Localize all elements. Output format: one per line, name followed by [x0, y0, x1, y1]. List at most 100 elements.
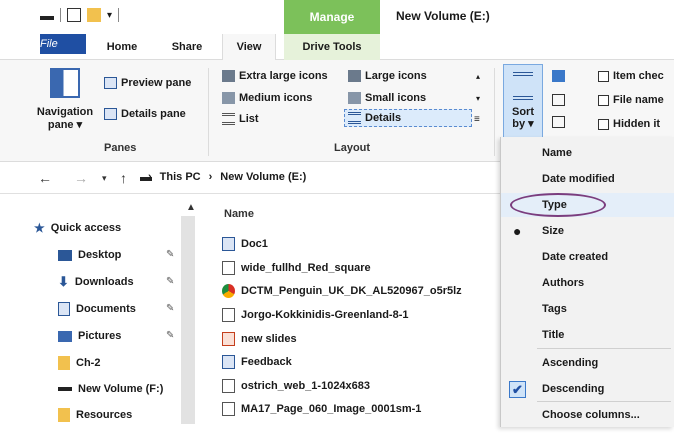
folder-icon[interactable]	[87, 8, 101, 22]
list-item[interactable]: ostrich_web_1-1024x683	[222, 376, 370, 396]
menu-item-title[interactable]: Title	[501, 323, 674, 347]
layout-scroll-down-icon[interactable]: ▾	[476, 94, 480, 103]
toolbar-divider	[60, 8, 61, 22]
preview-pane-icon	[104, 77, 117, 89]
tab-share[interactable]: Share	[164, 34, 210, 60]
file-name: Feedback	[241, 356, 292, 368]
nav-item-resources[interactable]: Resources	[58, 405, 132, 425]
menu-item-size[interactable]: ● Size	[501, 219, 674, 243]
list-item[interactable]: Feedback	[222, 352, 292, 372]
image-file-icon	[222, 308, 235, 322]
file-name-extensions-option[interactable]: File name	[598, 94, 664, 106]
up-arrow-icon[interactable]: ↑	[120, 170, 127, 186]
nav-item-ch-2[interactable]: Ch-2	[58, 353, 100, 373]
list-item[interactable]: new slides	[222, 329, 297, 349]
checkmark-icon: ✔	[509, 381, 526, 398]
nav-item-downloads[interactable]: ⬇ Downloads	[58, 272, 134, 292]
forward-arrow-icon[interactable]: →	[74, 170, 88, 186]
tab-drive-tools[interactable]: Drive Tools	[284, 34, 380, 60]
nav-item-new-volume-f[interactable]: New Volume (F:)	[58, 379, 163, 399]
list-item[interactable]: wide_fullhd_Red_square	[222, 258, 371, 278]
hidden-items-checkbox[interactable]	[598, 118, 609, 130]
preview-pane-label: Preview pane	[121, 77, 192, 89]
image-file-icon	[222, 379, 235, 393]
menu-item-descending[interactable]: ✔ Descending	[501, 377, 674, 401]
column-header-name[interactable]: Name	[224, 208, 254, 220]
properties-icon[interactable]	[67, 8, 81, 22]
nav-item-desktop[interactable]: Desktop	[58, 245, 121, 265]
ribbon-tabs: File Home Share View Drive Tools	[0, 34, 674, 61]
list-item[interactable]: Jorgo-Kokkinidis-Greenland-8-1	[222, 305, 408, 325]
download-arrow-icon: ⬇	[58, 274, 69, 289]
layout-scroll-up-icon[interactable]: ▴	[476, 72, 480, 81]
menu-item-choose-columns[interactable]: Choose columns...	[501, 403, 674, 427]
details-pane-button[interactable]: Details pane	[104, 108, 186, 120]
title-bar: ▾ Manage New Volume (E:)	[0, 0, 674, 34]
group-by-icon[interactable]	[552, 70, 565, 82]
recent-locations-icon[interactable]: ▾	[102, 173, 107, 184]
nav-item-quick-access[interactable]: ★ Quick access	[34, 218, 121, 238]
word-doc-icon	[222, 355, 235, 369]
breadcrumb-this-pc[interactable]: This PC	[160, 171, 201, 183]
pin-icon[interactable]: ✎	[166, 330, 174, 341]
layout-group-label: Layout	[334, 142, 371, 154]
details-pane-label: Details pane	[121, 108, 186, 120]
file-name: Doc1	[241, 238, 268, 250]
menu-item-name[interactable]: Name	[501, 141, 674, 165]
breadcrumb-new-volume[interactable]: New Volume (E:)	[220, 171, 306, 183]
navigation-pane-icon[interactable]	[50, 68, 80, 98]
hidden-items-option[interactable]: Hidden it	[598, 118, 660, 130]
item-check-boxes-checkbox[interactable]	[598, 70, 609, 82]
large-icons-option[interactable]: Large icons	[348, 70, 427, 82]
pin-icon[interactable]: ✎	[166, 276, 174, 287]
layout-expand-icon[interactable]: ≡	[474, 114, 480, 125]
quick-access-toolbar: ▾	[40, 8, 120, 22]
nav-item-label: New Volume (F:)	[78, 383, 164, 395]
nav-item-pictures[interactable]: Pictures	[58, 326, 121, 346]
tab-home[interactable]: Home	[100, 34, 144, 60]
tab-view[interactable]: View	[222, 34, 276, 61]
navigation-pane-button[interactable]: Navigation pane ▾	[34, 106, 96, 132]
menu-item-ascending[interactable]: Ascending	[501, 351, 674, 375]
back-arrow-icon[interactable]: ←	[38, 170, 52, 186]
documents-icon	[58, 302, 70, 316]
star-icon: ★	[34, 221, 45, 235]
medium-icons-option[interactable]: Medium icons	[222, 92, 312, 104]
file-name: Jorgo-Kokkinidis-Greenland-8-1	[241, 309, 409, 321]
list-label: List	[239, 113, 259, 125]
menu-item-date-modified[interactable]: Date modified	[501, 167, 674, 191]
medium-icons-label: Medium icons	[239, 92, 313, 104]
nav-item-label: Documents	[76, 303, 136, 315]
window-menu-icon[interactable]	[40, 16, 54, 20]
item-check-boxes-option[interactable]: Item chec	[598, 70, 664, 82]
sort-by-menu: Name Date modified Type ● Size Date crea…	[500, 137, 674, 427]
small-icons-label: Small icons	[365, 92, 427, 104]
list-item[interactable]: DCTM_Penguin_UK_DK_AL520967_o5r5lz	[222, 281, 462, 301]
nav-item-documents[interactable]: Documents	[58, 299, 136, 319]
list-item[interactable]: Doc1	[222, 234, 268, 254]
preview-pane-button[interactable]: Preview pane	[104, 77, 191, 89]
scroll-up-icon[interactable]: ▲	[186, 202, 196, 213]
list-option[interactable]: List	[222, 113, 259, 125]
add-columns-icon[interactable]	[552, 94, 565, 106]
nav-scrollbar[interactable]	[181, 216, 195, 424]
image-file-icon	[222, 402, 235, 416]
small-icons-option[interactable]: Small icons	[348, 92, 426, 104]
menu-item-date-created[interactable]: Date created	[501, 245, 674, 269]
selected-bullet-icon: ●	[513, 223, 522, 239]
window-title: New Volume (E:)	[396, 9, 490, 23]
menu-item-tags[interactable]: Tags	[501, 297, 674, 321]
pin-icon[interactable]: ✎	[166, 249, 174, 260]
tab-file[interactable]: File	[40, 34, 86, 54]
pin-icon[interactable]: ✎	[166, 303, 174, 314]
customize-toolbar-icon[interactable]: ▾	[107, 10, 112, 21]
details-option[interactable]: Details	[348, 112, 401, 124]
list-item[interactable]: MA17_Page_060_Image_0001sm-1	[222, 399, 421, 419]
manage-tab[interactable]: Manage	[284, 0, 380, 34]
file-name-extensions-checkbox[interactable]	[598, 94, 609, 106]
image-file-icon	[222, 261, 235, 275]
file-explorer-window: ▾ Manage New Volume (E:) File Home Share…	[0, 0, 674, 442]
size-columns-icon[interactable]	[552, 116, 565, 128]
menu-item-authors[interactable]: Authors	[501, 271, 674, 295]
extra-large-icons-option[interactable]: Extra large icons	[222, 70, 328, 82]
